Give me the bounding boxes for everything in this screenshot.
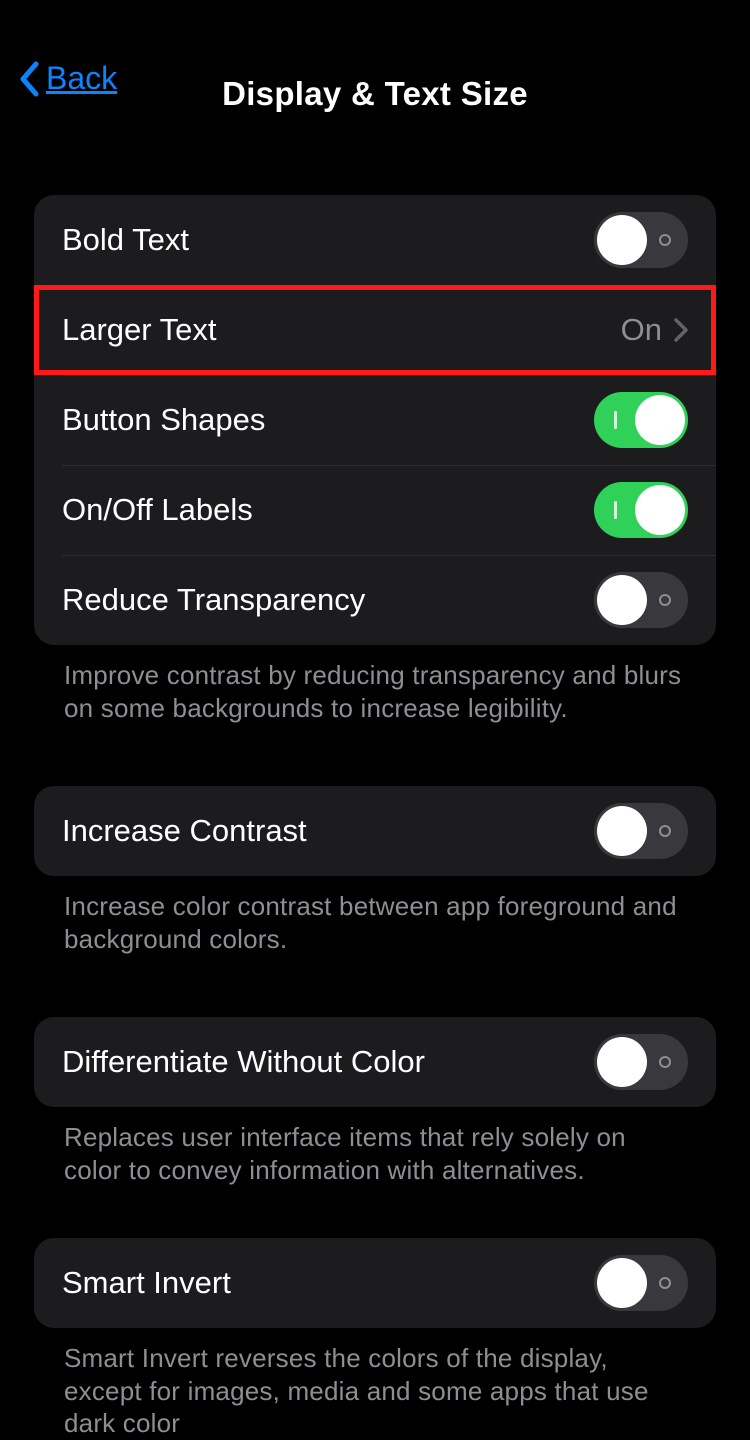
row-label: Differentiate Without Color [62, 1044, 425, 1080]
settings-group-2: Increase Contrast [34, 786, 716, 876]
row-differentiate-without-color[interactable]: Differentiate Without Color [34, 1017, 716, 1107]
toggle-knob [597, 575, 647, 625]
group-footer: Smart Invert reverses the colors of the … [34, 1328, 716, 1440]
group-footer: Increase color contrast between app fore… [34, 876, 716, 955]
page-title: Display & Text Size [20, 75, 730, 113]
group-footer: Replaces user interface items that rely … [34, 1107, 716, 1186]
toggle-off-indicator-icon [659, 825, 671, 837]
row-increase-contrast[interactable]: Increase Contrast [34, 786, 716, 876]
toggle-off-indicator-icon [659, 1056, 671, 1068]
toggle-differentiate-without-color[interactable] [594, 1034, 688, 1090]
toggle-button-shapes[interactable] [594, 392, 688, 448]
toggle-knob [635, 485, 685, 535]
row-detail-value: On [621, 312, 662, 348]
toggle-off-indicator-icon [659, 594, 671, 606]
row-reduce-transparency[interactable]: Reduce Transparency [34, 555, 716, 645]
toggle-off-indicator-icon [659, 234, 671, 246]
row-smart-invert[interactable]: Smart Invert [34, 1238, 716, 1328]
toggle-smart-invert[interactable] [594, 1255, 688, 1311]
toggle-knob [597, 215, 647, 265]
settings-group-4: Smart Invert [34, 1238, 716, 1328]
toggle-knob [597, 806, 647, 856]
toggle-knob [597, 1037, 647, 1087]
back-label: Back [46, 60, 117, 97]
toggle-bold-text[interactable] [594, 212, 688, 268]
row-label: Bold Text [62, 222, 189, 258]
toggle-on-indicator-icon [614, 411, 617, 429]
row-larger-text[interactable]: Larger Text On [34, 285, 716, 375]
row-label: Smart Invert [62, 1265, 231, 1301]
toggle-knob [635, 395, 685, 445]
back-button[interactable]: Back [18, 60, 117, 97]
row-label: Reduce Transparency [62, 582, 365, 618]
row-label: Larger Text [62, 312, 217, 348]
nav-bar: Back Display & Text Size [0, 0, 750, 130]
toggle-on-indicator-icon [614, 501, 617, 519]
chevron-left-icon [18, 61, 40, 97]
row-label: On/Off Labels [62, 492, 253, 528]
settings-group-3: Differentiate Without Color [34, 1017, 716, 1107]
row-label: Button Shapes [62, 402, 265, 438]
row-onoff-labels[interactable]: On/Off Labels [34, 465, 716, 555]
toggle-reduce-transparency[interactable] [594, 572, 688, 628]
chevron-right-icon [674, 318, 688, 342]
row-bold-text[interactable]: Bold Text [34, 195, 716, 285]
toggle-knob [597, 1258, 647, 1308]
row-button-shapes[interactable]: Button Shapes [34, 375, 716, 465]
toggle-onoff-labels[interactable] [594, 482, 688, 538]
toggle-off-indicator-icon [659, 1277, 671, 1289]
settings-group-1: Bold Text Larger Text On Button Shapes [34, 195, 716, 645]
row-label: Increase Contrast [62, 813, 307, 849]
group-footer: Improve contrast by reducing transparenc… [34, 645, 716, 724]
toggle-increase-contrast[interactable] [594, 803, 688, 859]
